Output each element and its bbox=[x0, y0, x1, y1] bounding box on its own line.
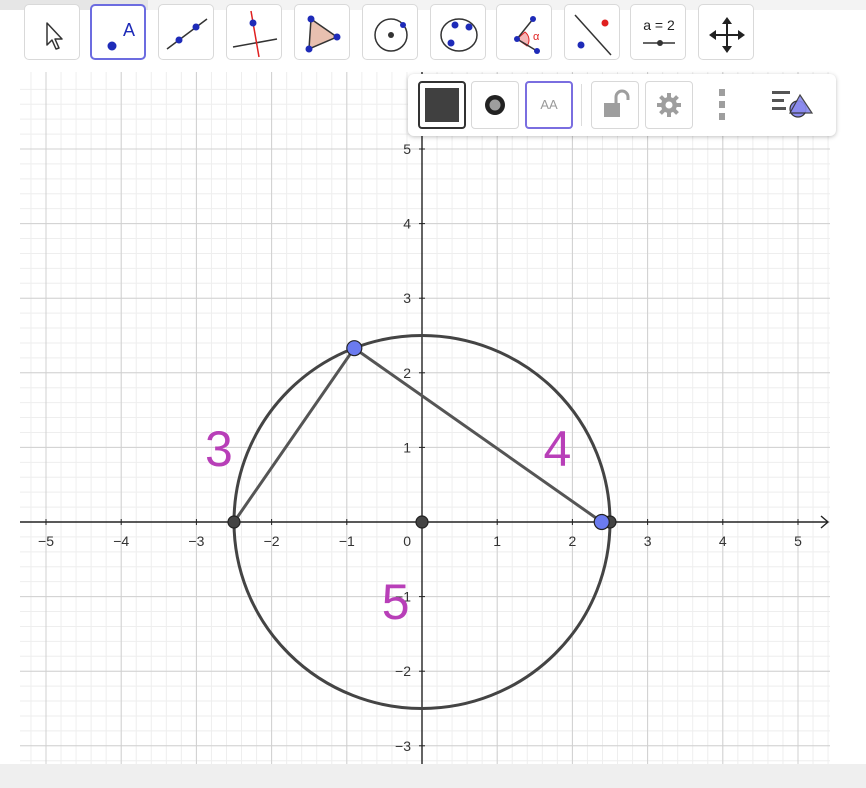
circle-three-points-tool[interactable] bbox=[430, 4, 486, 60]
stylebar-toggle-icon bbox=[772, 91, 814, 118]
y-tick-label: 1 bbox=[403, 439, 411, 455]
side-label-3: 3 bbox=[205, 421, 233, 477]
color-swatch-icon bbox=[425, 88, 459, 122]
graph-canvas[interactable]: −5 −4 −3 −2 −1 1 2 3 4 554321−1−2−30 3 45 bbox=[0, 72, 866, 764]
side-labels: 3 4 5 bbox=[205, 421, 571, 630]
x-tick-label: 4 bbox=[719, 533, 727, 549]
origin-label: 0 bbox=[403, 533, 411, 549]
minor-grid bbox=[20, 72, 830, 764]
more-button[interactable] bbox=[699, 81, 747, 129]
x-tick-label: 5 bbox=[794, 533, 802, 549]
color-button[interactable] bbox=[418, 81, 466, 129]
circle-three-points-icon bbox=[440, 18, 478, 52]
point-top[interactable] bbox=[346, 340, 363, 357]
lock-button[interactable] bbox=[591, 81, 639, 129]
slider-tool-label: a = 2 bbox=[643, 17, 675, 33]
stylebar-divider bbox=[581, 84, 582, 126]
x-tick-label: 1 bbox=[493, 533, 501, 549]
x-tick-label: 3 bbox=[644, 533, 652, 549]
move-arrows-icon bbox=[709, 17, 745, 53]
circle-center-icon bbox=[374, 18, 408, 52]
angle-tool-label: α bbox=[533, 31, 540, 43]
point-style-icon bbox=[485, 95, 505, 115]
x-tick-label: −4 bbox=[113, 533, 129, 549]
point-tool[interactable]: A bbox=[90, 4, 146, 60]
y-tick-label: 2 bbox=[403, 365, 411, 381]
x-tick-label: −5 bbox=[38, 533, 54, 549]
point-left[interactable] bbox=[227, 515, 241, 529]
perpendicular-line-tool[interactable] bbox=[226, 4, 282, 60]
y-tick-label: 3 bbox=[403, 290, 411, 306]
y-tick-label: −3 bbox=[395, 738, 411, 754]
style-bar: AA bbox=[408, 74, 836, 136]
graphics-view[interactable]: −5 −4 −3 −2 −1 1 2 3 4 5 5 4 3 2 1 −1 −2 −3 0 345 bbox=[0, 72, 866, 764]
polygon-icon bbox=[305, 15, 341, 53]
point-origin[interactable] bbox=[415, 515, 429, 529]
slider-icon: a = 2 bbox=[643, 17, 675, 46]
bottom-bar bbox=[0, 764, 866, 788]
vertical-dots-icon bbox=[719, 89, 725, 120]
circle-center-point-tool[interactable] bbox=[362, 4, 418, 60]
move-graphics-tool[interactable] bbox=[698, 4, 754, 60]
side-label-5: 5 bbox=[382, 574, 410, 630]
line-tool[interactable] bbox=[158, 4, 214, 60]
gear-icon bbox=[657, 93, 681, 117]
toolbar: A α a = 2 bbox=[0, 0, 866, 72]
point-style-button[interactable] bbox=[471, 81, 519, 129]
x-tick-label: 2 bbox=[569, 533, 577, 549]
polygon-tool[interactable] bbox=[294, 4, 350, 60]
perpendicular-line-icon bbox=[232, 10, 278, 58]
point-a-icon: A bbox=[107, 20, 135, 51]
line-through-points-icon bbox=[166, 18, 208, 50]
y-tick-label: 4 bbox=[403, 216, 411, 232]
settings-button[interactable] bbox=[645, 81, 693, 129]
label-aa-icon: AA bbox=[540, 97, 558, 112]
unlocked-lock-icon bbox=[604, 89, 630, 117]
side-label-4: 4 bbox=[543, 421, 571, 477]
reflect-point-icon bbox=[574, 14, 612, 56]
reflect-tool[interactable] bbox=[564, 4, 620, 60]
cursor-arrow-icon bbox=[46, 22, 63, 50]
y-tick-label: −2 bbox=[395, 663, 411, 679]
x-tick-label: −3 bbox=[188, 533, 204, 549]
toggle-stylebar-button[interactable] bbox=[768, 81, 816, 129]
color-swatch bbox=[425, 88, 459, 122]
point-tool-label: A bbox=[123, 20, 135, 40]
slider-tool[interactable]: a = 2 bbox=[630, 4, 686, 60]
y-tick-label: 5 bbox=[403, 141, 411, 157]
point-right[interactable] bbox=[593, 513, 610, 531]
angle-tool[interactable]: α bbox=[496, 4, 552, 60]
angle-icon: α bbox=[514, 16, 540, 54]
x-tick-label: −2 bbox=[264, 533, 280, 549]
move-tool[interactable] bbox=[24, 4, 80, 60]
label-style-button[interactable]: AA bbox=[525, 81, 573, 129]
x-tick-label: −1 bbox=[339, 533, 355, 549]
